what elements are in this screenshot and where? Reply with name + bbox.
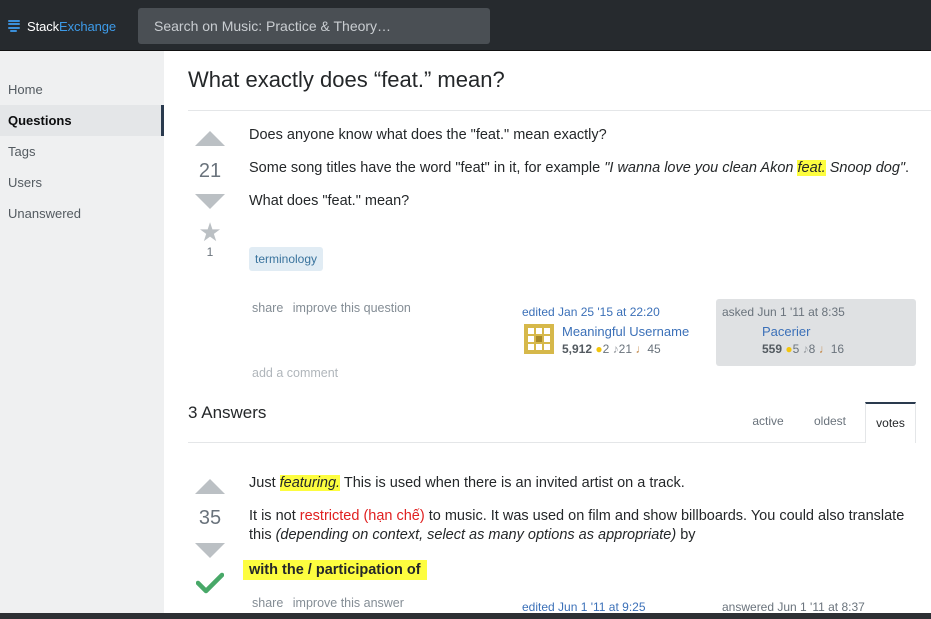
edited-time-link[interactable]: edited Jan 25 '15 at 22:20 xyxy=(522,305,702,319)
question-post-menu: share improve this question xyxy=(252,301,417,315)
answer-paragraph: It is not restricted (hạn chế) to music.… xyxy=(249,508,905,543)
tag-terminology[interactable]: terminology xyxy=(249,247,324,271)
accepted-checkmark-icon[interactable] xyxy=(188,572,232,599)
question-paragraph: What does "feat." mean? xyxy=(249,193,410,209)
answer-vote-count: 35 xyxy=(198,507,222,529)
search-box xyxy=(138,8,490,44)
answers-count-header: 3 Answers xyxy=(188,403,267,422)
editor-avatar[interactable] xyxy=(522,322,556,356)
asker-username[interactable]: Pacerier xyxy=(762,324,912,339)
upvote-arrow-icon[interactable] xyxy=(195,131,225,146)
sidebar-item-home[interactable]: Home xyxy=(0,74,164,105)
favorite-count: 1 xyxy=(206,245,214,259)
sidebar-item-tags[interactable]: Tags xyxy=(0,136,164,167)
logo-stack-text: Stack xyxy=(27,18,60,34)
add-comment-link[interactable]: add a comment xyxy=(252,366,338,380)
highlight: featuring. xyxy=(279,475,341,491)
answer-post-menu: share improve this answer xyxy=(252,596,410,610)
answered-time[interactable]: answered Jun 1 '11 at 8:37 xyxy=(722,600,865,614)
sidebar-item-users[interactable]: Users xyxy=(0,167,164,198)
question-vote-cell: 21 ★ 1 xyxy=(188,131,232,259)
answer-edited-time-link[interactable]: edited Jun 1 '11 at 9:25 xyxy=(522,600,646,614)
downvote-arrow-icon[interactable] xyxy=(195,194,225,209)
top-bar: StackExchange xyxy=(0,0,931,51)
highlighted-phrase: with the / participation of xyxy=(243,560,427,580)
gold-badge-icon: ● xyxy=(595,342,603,356)
editor-gold-count: 2 xyxy=(602,342,610,356)
editor-username[interactable]: Meaningful Username xyxy=(562,324,712,339)
bronze-badge-icon: ♩ xyxy=(818,342,831,356)
answer-paragraph: Just featuring. This is used when there … xyxy=(249,475,685,491)
tab-votes[interactable]: votes xyxy=(865,402,916,443)
stackexchange-logo[interactable]: StackExchange xyxy=(8,17,116,35)
answer-vote-cell: 35 xyxy=(188,479,232,599)
downvote-arrow-icon[interactable] xyxy=(195,543,225,558)
title-divider xyxy=(188,110,931,111)
improve-question-link[interactable]: improve this question xyxy=(293,301,411,315)
main-content: What exactly does “feat.” mean? 21 ★ 1 D… xyxy=(164,51,931,614)
question-paragraph: Some song titles have the word "feat" in… xyxy=(249,160,910,176)
asked-time[interactable]: asked Jun 1 '11 at 8:35 xyxy=(722,305,845,319)
asker-bronze-count: 16 xyxy=(830,342,845,356)
upvote-arrow-icon[interactable] xyxy=(195,479,225,494)
search-input[interactable] xyxy=(138,8,490,44)
logo-exchange-text: Exchange xyxy=(59,18,117,34)
editor-bronze-count: 45 xyxy=(647,342,661,356)
asker-details: Pacerier 559 ●5 ♪8 ♩16 xyxy=(762,324,912,356)
answers-divider xyxy=(188,442,865,443)
asker-gold-count: 5 xyxy=(792,342,800,356)
answer-body: Just featuring. This is used when there … xyxy=(249,474,909,559)
asker-reputation: 559 xyxy=(762,342,783,356)
highlight: feat. xyxy=(797,160,826,176)
editor-silver-count: 21 xyxy=(618,342,633,356)
bottom-bar xyxy=(0,613,931,619)
gold-badge-icon: ● xyxy=(785,342,793,356)
sidebar-item-unanswered[interactable]: Unanswered xyxy=(0,198,164,229)
share-link[interactable]: share xyxy=(252,596,283,610)
left-sidebar: Home Questions Tags Users Unanswered xyxy=(0,51,164,613)
asker-silver-count: 8 xyxy=(808,342,816,356)
tab-active[interactable]: active xyxy=(742,413,794,429)
question-title[interactable]: What exactly does “feat.” mean? xyxy=(188,67,505,93)
red-text: restricted (hạn chế) xyxy=(299,508,425,524)
editor-details: Meaningful Username 5,912 ●2 ♪21 ♩45 xyxy=(562,324,712,356)
question-body: Does anyone know what does the "feat." m… xyxy=(249,126,914,225)
favorite-star-icon[interactable]: ★ xyxy=(188,219,232,245)
question-vote-count: 21 xyxy=(198,160,222,182)
asker-box: asked Jun 1 '11 at 8:35 Pacerier 559 ●5 … xyxy=(716,299,916,366)
question-paragraph: Does anyone know what does the "feat." m… xyxy=(249,127,607,143)
improve-answer-link[interactable]: improve this answer xyxy=(293,596,404,610)
share-link[interactable]: share xyxy=(252,301,283,315)
stackexchange-icon xyxy=(8,20,20,32)
tab-oldest[interactable]: oldest xyxy=(804,413,856,429)
bronze-badge-icon: ♩ xyxy=(635,342,648,356)
sidebar-item-questions[interactable]: Questions xyxy=(0,105,164,136)
editor-signature: edited Jan 25 '15 at 22:20 xyxy=(522,305,702,319)
editor-reputation: 5,912 xyxy=(562,342,593,356)
